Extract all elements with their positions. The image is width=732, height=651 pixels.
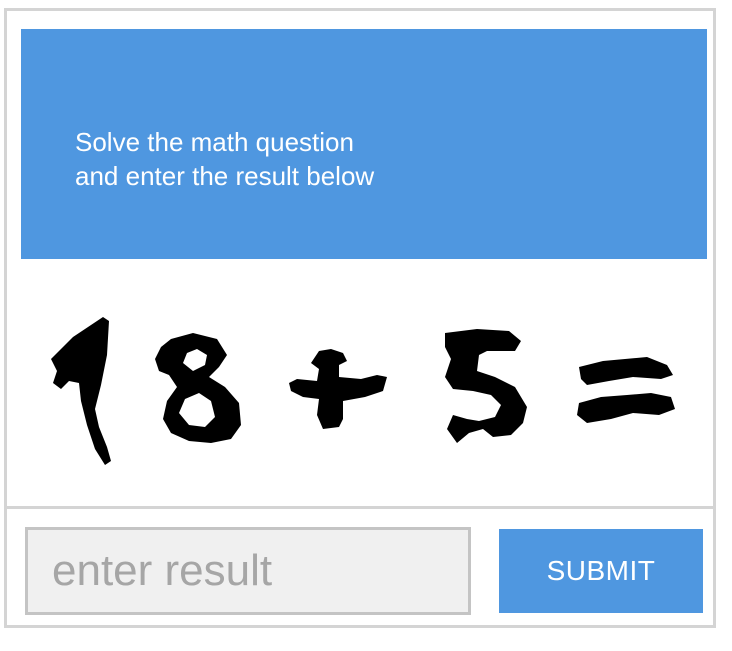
distorted-challenge-glyphs: [51, 317, 675, 465]
instructions-line-2: and enter the result below: [75, 161, 375, 191]
glyph-plus: [289, 349, 387, 429]
glyph-5: [445, 329, 527, 443]
glyph-8: [155, 333, 241, 443]
divider: [7, 506, 713, 509]
captcha-image: [21, 259, 707, 507]
glyph-equals: [577, 357, 675, 423]
result-input[interactable]: [25, 527, 471, 615]
submit-button[interactable]: SUBMIT: [499, 529, 703, 613]
glyph-1: [51, 317, 111, 465]
instructions-line-1: Solve the math question: [75, 127, 354, 157]
captcha-header: Solve the math question and enter the re…: [21, 29, 707, 259]
captcha-widget: Solve the math question and enter the re…: [4, 8, 716, 628]
captcha-instructions: Solve the math question and enter the re…: [75, 125, 374, 193]
